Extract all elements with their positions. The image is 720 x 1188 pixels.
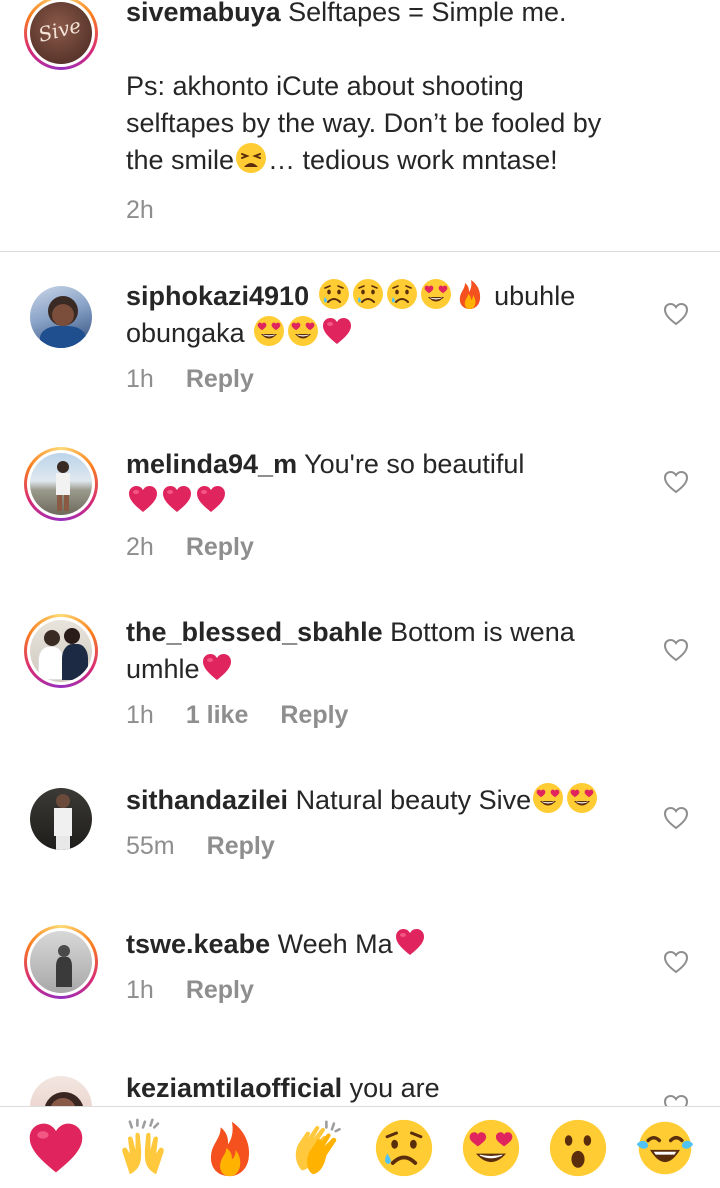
comment-username[interactable]: siphokazi4910 [126,281,309,311]
comment-avatar[interactable] [24,925,98,999]
comment-text: the_blessed_sbahle Bottom is wena umhle [126,614,656,688]
like-comment-heart-icon[interactable] [662,804,690,832]
comment-text: sithandazilei Natural beauty Sive [126,782,656,819]
emoji-reaction-bar [0,1106,720,1188]
raising-hands-emoji-button[interactable] [113,1118,173,1178]
red-heart-emoji [195,483,227,515]
caption-text: sivemabuya Selftapes = Simple me. Ps: ak… [126,0,656,179]
tears-of-joy-emoji-button[interactable] [635,1118,695,1178]
clapping-hands-emoji-button[interactable] [287,1118,347,1178]
sad-tear-emoji [318,278,350,310]
comment-body: Bottom is wena [390,617,575,647]
comment-meta: 1h Reply [126,365,254,394]
sad-tear-emoji [386,278,418,310]
sad-tear-emoji-button[interactable] [374,1118,434,1178]
red-heart-emoji [127,483,159,515]
heart-emoji-button[interactable] [26,1118,86,1178]
caption-line-3: selftapes by the way. Don’t be fooled by [126,108,602,138]
reply-button[interactable]: Reply [186,365,254,394]
heart-eyes-emoji [287,315,319,347]
comment-body-cont: umhle [126,654,200,684]
like-comment-heart-icon[interactable] [662,636,690,664]
like-comment-heart-icon[interactable] [662,300,690,328]
reply-button[interactable]: Reply [186,533,254,562]
avatar-logo-text: Sive [35,13,84,47]
comment-text: siphokazi4910 ubuhle obungaka [126,278,656,352]
comment-timestamp: 55m [126,832,175,860]
like-comment-heart-icon[interactable] [662,468,690,496]
comment-timestamp: 1h [126,701,154,729]
sad-tear-emoji [352,278,384,310]
comment-avatar[interactable] [24,782,98,856]
comment-meta: 2h Reply [126,533,254,562]
caption-username[interactable]: sivemabuya [126,0,281,27]
comment-username[interactable]: tswe.keabe [126,929,270,959]
comment-avatar[interactable] [24,614,98,688]
caption-line-4: the smile [126,145,235,175]
red-heart-emoji [394,926,426,958]
comment-avatar[interactable] [24,447,98,521]
comment-meta: 1h Reply [126,976,254,1005]
reply-button[interactable]: Reply [186,976,254,1005]
like-comment-heart-icon[interactable] [662,948,690,976]
heart-eyes-emoji [420,278,452,310]
caption-meta: 2h [126,196,154,225]
comment-body: You're so beautiful [304,449,525,479]
caption-avatar[interactable]: Sive [24,0,98,70]
comment-timestamp: 1h [126,976,154,1004]
comment-body-cont: obungaka [126,318,245,348]
red-heart-emoji [161,483,193,515]
comment-timestamp: 2h [126,533,154,561]
comment-meta: 1h 1 like Reply [126,701,348,730]
reply-button[interactable]: Reply [280,701,348,730]
red-heart-emoji [321,315,353,347]
caption-timestamp: 2h [126,196,154,224]
heart-eyes-emoji [566,782,598,814]
comment-username[interactable]: keziamtilaofficial [126,1073,342,1103]
comment-text: keziamtilaofficial you are [126,1070,656,1107]
red-heart-emoji [201,651,233,683]
heart-eyes-emoji [532,782,564,814]
comment-body: ubuhle [494,281,576,311]
heart-eyes-emoji-button[interactable] [461,1118,521,1178]
comment-body: you are [349,1073,440,1103]
comment-username[interactable]: melinda94_m [126,449,297,479]
surprised-face-emoji-button[interactable] [548,1118,608,1178]
caption-block: Sive sivemabuya Selftapes = Simple me. P… [0,0,720,252]
caption-line-1: Selftapes = Simple me. [288,0,567,27]
fire-emoji-button[interactable] [200,1118,260,1178]
caption-line-2: Ps: akhonto iCute about shooting [126,71,524,101]
fire-emoji [454,278,486,310]
comment-timestamp: 1h [126,365,154,393]
reply-button[interactable]: Reply [207,832,275,861]
heart-eyes-emoji [253,315,285,347]
comment-username[interactable]: the_blessed_sbahle [126,617,383,647]
comment-body: Weeh Ma [277,929,393,959]
comment-text: tswe.keabe Weeh Ma [126,926,656,963]
comment-meta: 55m Reply [126,832,275,861]
comment-username[interactable]: sithandazilei [126,785,288,815]
comment-body: Natural beauty Sive [295,785,532,815]
weary-face-emoji [235,142,267,174]
caption-line-4-end: … tedious work mntase! [268,145,558,175]
comment-avatar[interactable] [24,280,98,354]
likes-count-button[interactable]: 1 like [186,701,249,730]
comment-text: melinda94_m You're so beautiful [126,446,656,520]
